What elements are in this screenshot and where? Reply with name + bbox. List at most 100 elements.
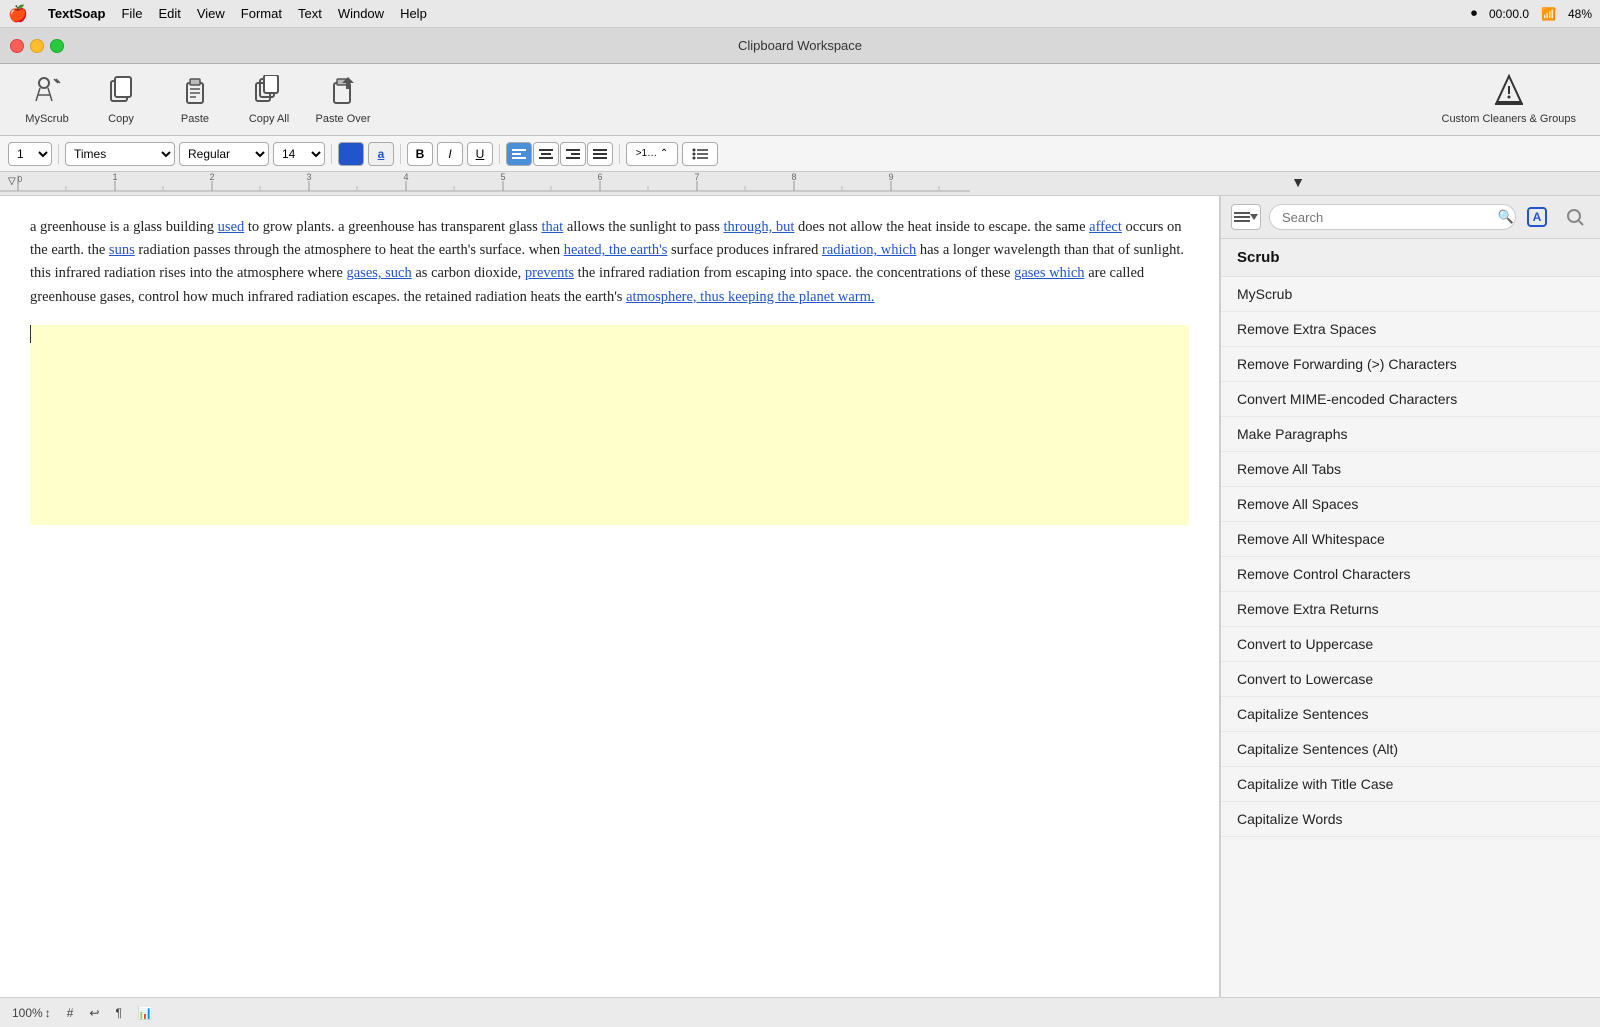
pasteover-button[interactable]: Paste Over — [308, 68, 378, 132]
sidebar-search-input[interactable] — [1269, 204, 1516, 230]
menu-edit[interactable]: Edit — [158, 6, 180, 21]
search-magnify-button[interactable] — [1560, 204, 1590, 230]
align-justify-button[interactable] — [587, 142, 613, 166]
paste-icon — [181, 75, 209, 109]
sidebar-item-capitalize-sentences-alt[interactable]: Capitalize Sentences (Alt) — [1221, 732, 1600, 767]
custom-cleaners-label: Custom Cleaners & Groups — [1442, 113, 1577, 125]
link-heated[interactable]: heated, the earth's — [564, 242, 668, 258]
sidebar-item-remove-extra-spaces[interactable]: Remove Extra Spaces — [1221, 312, 1600, 347]
link-suns[interactable]: suns — [109, 242, 135, 258]
sidebar-icon-button[interactable]: A — [1522, 204, 1552, 230]
sidebar-item-myscrub[interactable]: MyScrub — [1221, 277, 1600, 312]
bold-button[interactable]: B — [407, 142, 433, 166]
sidebar-item-remove-control-chars[interactable]: Remove Control Characters — [1221, 557, 1600, 592]
link-atmosphere[interactable]: atmosphere, thus keeping the planet warm… — [626, 289, 874, 305]
link-gases-which[interactable]: gases which — [1014, 265, 1084, 281]
svg-text:9: 9 — [888, 172, 893, 182]
maximize-button[interactable] — [50, 39, 64, 53]
paragraph-icon[interactable]: ¶ — [115, 1006, 121, 1020]
svg-text:7: 7 — [694, 172, 699, 182]
align-left-button[interactable] — [506, 142, 532, 166]
battery-level: 48% — [1568, 7, 1592, 21]
zoom-select[interactable]: 1 — [8, 142, 52, 166]
align-center-button[interactable] — [533, 142, 559, 166]
text-paragraph: a greenhouse is a glass building used to… — [30, 216, 1189, 309]
menu-view[interactable]: View — [197, 6, 225, 21]
copy-label: Copy — [108, 113, 134, 125]
sidebar-item-capitalize-title[interactable]: Capitalize with Title Case — [1221, 767, 1600, 802]
sidebar-item-convert-uppercase[interactable]: Convert to Uppercase — [1221, 627, 1600, 662]
menu-file[interactable]: File — [121, 6, 142, 21]
copy-button[interactable]: Copy — [86, 68, 156, 132]
app-name[interactable]: TextSoap — [48, 6, 106, 21]
list-num-button[interactable]: >1… ⌃ — [626, 142, 678, 166]
link-through[interactable]: through, but — [724, 219, 795, 235]
myscrub-icon — [32, 75, 62, 109]
left-indent-marker[interactable]: ▽ — [8, 176, 16, 187]
hash-button[interactable]: # — [67, 1006, 74, 1020]
text-editor[interactable]: a greenhouse is a glass building used to… — [0, 196, 1220, 997]
svg-text:5: 5 — [500, 172, 505, 182]
apple-menu[interactable]: 🍎 — [8, 4, 28, 24]
menu-window[interactable]: Window — [338, 6, 384, 21]
link-affect[interactable]: affect — [1089, 219, 1122, 235]
italic-button[interactable]: I — [437, 142, 463, 166]
close-button[interactable] — [10, 39, 24, 53]
paste-button[interactable]: Paste — [160, 68, 230, 132]
myscrub-button[interactable]: MyScrub — [12, 68, 82, 132]
minimize-button[interactable] — [30, 39, 44, 53]
sidebar-item-remove-all-spaces[interactable]: Remove All Spaces — [1221, 487, 1600, 522]
text-underline-color-button[interactable]: a — [368, 142, 394, 166]
myscrub-label: MyScrub — [25, 113, 68, 125]
sidebar-item-convert-mime[interactable]: Convert MIME-encoded Characters — [1221, 382, 1600, 417]
link-prevents[interactable]: prevents — [525, 265, 574, 281]
zoom-control[interactable]: 100% ↕ — [12, 1006, 51, 1020]
sidebar-item-capitalize-sentences[interactable]: Capitalize Sentences — [1221, 697, 1600, 732]
link-gases-such[interactable]: gases, such — [346, 265, 411, 281]
svg-text:2: 2 — [209, 172, 214, 182]
recording-indicator: ⏺ — [1471, 6, 1477, 21]
sidebar-item-remove-all-tabs[interactable]: Remove All Tabs — [1221, 452, 1600, 487]
menu-help[interactable]: Help — [400, 6, 427, 21]
menu-format[interactable]: Format — [241, 6, 282, 21]
link-used[interactable]: used — [218, 219, 245, 235]
align-right-button[interactable] — [560, 142, 586, 166]
sidebar-item-remove-extra-returns[interactable]: Remove Extra Returns — [1221, 592, 1600, 627]
font-size-select[interactable]: 14 — [273, 142, 325, 166]
ruler: ▽ ▼ | 0 1 2 3 4 5 6 7 8 9 — [0, 172, 1600, 196]
list-bullet-button[interactable] — [682, 142, 718, 166]
recording-time: 00:00.0 — [1489, 7, 1529, 21]
sidebar-group-scrub: Scrub — [1221, 239, 1600, 277]
link-that[interactable]: that — [541, 219, 563, 235]
svg-text:1: 1 — [112, 172, 117, 182]
underline-button[interactable]: U — [467, 142, 493, 166]
sidebar-item-convert-lowercase[interactable]: Convert to Lowercase — [1221, 662, 1600, 697]
undo-icon[interactable]: ↩ — [89, 1006, 99, 1020]
right-indent-marker[interactable]: ▼ — [1291, 174, 1305, 190]
font-family-select[interactable]: Times — [65, 142, 175, 166]
sidebar-item-remove-all-whitespace[interactable]: Remove All Whitespace — [1221, 522, 1600, 557]
toolbar-right: Custom Cleaners & Groups — [1430, 68, 1589, 132]
menubar: 🍎 TextSoap File Edit View Format Text Wi… — [0, 0, 1600, 28]
paste-label: Paste — [181, 113, 209, 125]
copyall-icon — [254, 75, 284, 109]
custom-cleaners-button[interactable]: Custom Cleaners & Groups — [1430, 68, 1589, 132]
copy-icon — [107, 75, 135, 109]
svg-text:3: 3 — [306, 172, 311, 182]
empty-highlighted-area[interactable] — [30, 325, 1189, 525]
zoom-value: 100% — [12, 1006, 43, 1020]
text-color-button[interactable] — [338, 142, 364, 166]
font-style-select[interactable]: Regular — [179, 142, 269, 166]
sidebar-item-make-paragraphs[interactable]: Make Paragraphs — [1221, 417, 1600, 452]
zoom-stepper-icon[interactable]: ↕ — [45, 1006, 51, 1020]
sidebar-item-remove-forwarding[interactable]: Remove Forwarding (>) Characters — [1221, 347, 1600, 382]
sidebar-item-capitalize-words[interactable]: Capitalize Words — [1221, 802, 1600, 837]
sidebar: 🔍 A Scrub MyScrub Remove Extra Spaces Re… — [1220, 196, 1600, 997]
sidebar-menu-button[interactable] — [1231, 204, 1261, 230]
link-radiation[interactable]: radiation, which — [822, 242, 916, 258]
stats-icon[interactable]: 📊 — [138, 1006, 153, 1020]
copyall-button[interactable]: Copy All — [234, 68, 304, 132]
wifi-icon: 📶 — [1541, 7, 1556, 21]
menu-text[interactable]: Text — [298, 6, 322, 21]
sep4 — [499, 144, 500, 164]
